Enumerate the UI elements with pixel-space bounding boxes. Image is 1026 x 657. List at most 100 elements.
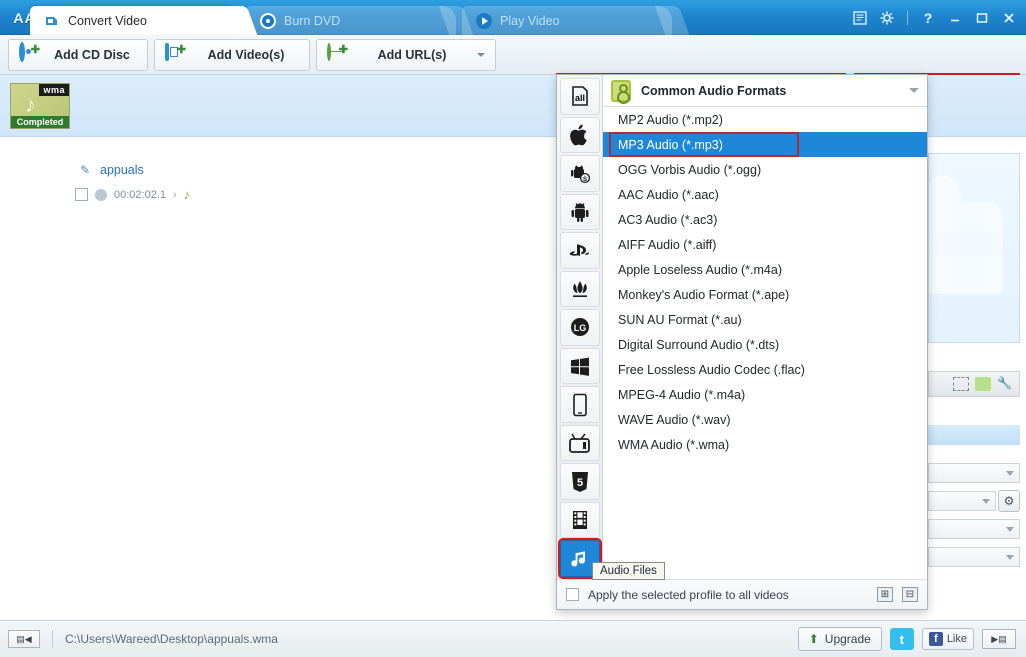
dropdown-main: Common Audio Formats MP2 Audio (*.mp2) MP… <box>603 75 927 579</box>
facebook-like-button[interactable]: f Like <box>921 628 974 650</box>
minimize-icon[interactable] <box>946 9 964 27</box>
format-list-item[interactable]: MP3 Audio (*.mp3) <box>603 132 927 157</box>
upgrade-arrow-icon: ⬆ <box>808 632 819 646</box>
add-videos-button[interactable]: ✚ Add Video(s) <box>154 39 310 71</box>
preview-panel <box>928 153 1020 343</box>
play-video-icon <box>476 12 492 29</box>
format-list-item-label: AAC Audio (*.aac) <box>618 187 719 202</box>
output-path-label: C:\Users\Wareed\Desktop\appuals.wma <box>65 632 278 646</box>
format-list-item-label: Free Lossless Audio Codec (.flac) <box>618 362 805 377</box>
settings-dropdown-3[interactable] <box>928 519 1020 539</box>
format-list-item[interactable]: Apple Loseless Audio (*.m4a) <box>603 257 927 282</box>
format-list-item[interactable]: OGG Vorbis Audio (*.ogg) <box>603 157 927 182</box>
add-urls-label: Add URL(s) <box>377 48 447 62</box>
format-list-item-label: Digital Surround Audio (*.dts) <box>618 337 780 352</box>
format-list-item-label: MPEG-4 Audio (*.m4a) <box>618 387 746 402</box>
format-list-item-label: AC3 Audio (*.ac3) <box>618 212 718 227</box>
settings-highlight-row <box>928 425 1020 445</box>
add-cd-disc-label: Add CD Disc <box>54 48 130 62</box>
tab-play-video[interactable]: Play Video <box>462 6 690 35</box>
video-file-icon: ✚ <box>165 43 186 65</box>
main-toolbar: ✚ Add CD Disc ✚ Add Video(s) ✚ Add URL(s… <box>0 35 1026 107</box>
twitter-icon[interactable]: t <box>889 628 914 650</box>
tab-convert-video[interactable]: Convert Video <box>30 6 258 35</box>
format-list-item-label: MP2 Audio (*.mp2) <box>618 112 723 127</box>
convert-video-icon <box>44 13 60 29</box>
file-meta-row: 00:02:02.1 › ♪ <box>75 187 190 202</box>
all-formats-icon[interactable]: all <box>559 78 600 115</box>
add-cd-disc-button[interactable]: ✚ Add CD Disc <box>8 39 148 71</box>
thumbs-up-watermark-icon <box>929 202 1003 294</box>
menu-icon[interactable] <box>851 9 869 27</box>
svg-text:5: 5 <box>576 477 582 489</box>
format-list-item-label: Apple Loseless Audio (*.m4a) <box>618 262 782 277</box>
format-list-item-label: SUN AU Format (*.au) <box>618 312 742 327</box>
gear-icon[interactable] <box>878 9 896 27</box>
mobile-phone-icon[interactable] <box>559 386 600 423</box>
windows-icon[interactable] <box>559 347 600 385</box>
format-list-item[interactable]: AC3 Audio (*.ac3) <box>603 207 927 232</box>
android-icon[interactable] <box>559 193 600 231</box>
svg-text:S: S <box>582 177 586 183</box>
dropdown-footer: Apply the selected profile to all videos… <box>557 579 927 609</box>
format-list-item[interactable]: SUN AU Format (*.au) <box>603 307 927 332</box>
format-list-item[interactable]: MPEG-4 Audio (*.m4a) <box>603 382 927 407</box>
lg-icon[interactable]: LG <box>559 309 600 346</box>
format-list-item[interactable]: AAC Audio (*.aac) <box>603 182 927 207</box>
chevron-down-icon[interactable] <box>909 88 919 93</box>
format-list-item-label: OGG Vorbis Audio (*.ogg) <box>618 162 762 177</box>
panel-toggle-button[interactable]: ▶▤ <box>982 629 1016 649</box>
settings-dropdown-2[interactable] <box>928 491 996 511</box>
format-list-item[interactable]: WAVE Audio (*.wav) <box>603 407 927 432</box>
html5-icon[interactable]: 5 <box>559 463 600 500</box>
huawei-icon[interactable] <box>559 270 600 308</box>
tv-icon[interactable] <box>559 424 600 462</box>
dropdown-category-header[interactable]: Common Audio Formats <box>603 75 927 107</box>
help-icon[interactable]: ? <box>919 9 937 27</box>
list-view-toggle[interactable]: ▤◀ <box>8 630 40 648</box>
format-list: MP2 Audio (*.mp2) MP3 Audio (*.mp3) OGG Vo… <box>603 107 927 579</box>
effect-icon[interactable] <box>975 377 991 391</box>
svg-text:LG: LG <box>573 323 586 333</box>
add-urls-chevron-down-icon[interactable] <box>477 53 485 57</box>
tab-slant <box>654 6 690 35</box>
film-icon[interactable] <box>559 501 600 539</box>
upgrade-button[interactable]: ⬆ Upgrade <box>797 627 882 651</box>
cd-disc-icon: ✚ <box>19 42 40 65</box>
wrench-icon[interactable]: 🔧 <box>997 377 1013 391</box>
settings-gear-button[interactable]: ⚙ <box>998 490 1020 512</box>
title-bar: AAC Convert Video Burn DVD Play Video <box>0 0 1026 35</box>
format-list-item-label: WMA Audio (*.wma) <box>618 437 730 452</box>
settings-dropdown-4[interactable] <box>928 547 1020 567</box>
settings-toolbar: 🔧 <box>928 371 1020 397</box>
close-icon[interactable] <box>1000 9 1018 27</box>
crop-icon[interactable] <box>953 377 969 391</box>
facebook-like-label: Like <box>946 633 967 645</box>
format-list-item[interactable]: Monkey's Audio Format (*.ape) <box>603 282 927 307</box>
settings-dropdown-1[interactable] <box>928 463 1020 483</box>
add-profile-icon[interactable]: ⊞ <box>877 587 893 602</box>
android-store-icon[interactable]: S <box>559 155 600 192</box>
maximize-icon[interactable] <box>973 9 991 27</box>
tab-burn-dvd[interactable]: Burn DVD <box>246 6 474 35</box>
dropdown-category-header-label: Common Audio Formats <box>641 83 787 98</box>
dropdown-body: all S LG 5 Common Audio Formats MP2 Audi… <box>557 75 927 579</box>
format-list-item[interactable]: MP2 Audio (*.mp2) <box>603 107 927 132</box>
status-divider <box>52 630 53 648</box>
remove-profile-icon[interactable]: ⊟ <box>902 587 918 602</box>
tab-convert-video-label: Convert Video <box>68 13 147 28</box>
apply-to-all-checkbox[interactable] <box>566 588 579 601</box>
format-list-item[interactable]: WMA Audio (*.wma) <box>603 432 927 457</box>
application-window: AAC Convert Video Burn DVD Play Video <box>0 0 1026 657</box>
window-controls: ? <box>851 8 1018 28</box>
clock-icon <box>95 188 107 201</box>
add-urls-button[interactable]: ✚ Add URL(s) <box>316 39 496 71</box>
format-list-item[interactable]: Digital Surround Audio (*.dts) <box>603 332 927 357</box>
format-list-item[interactable]: Free Lossless Audio Codec (.flac) <box>603 357 927 382</box>
apple-icon[interactable] <box>559 116 600 154</box>
format-list-item[interactable]: AIFF Audio (*.aiff) <box>603 232 927 257</box>
rename-pencil-icon[interactable]: ✎ <box>80 163 90 177</box>
playstation-icon[interactable] <box>559 232 600 269</box>
file-select-checkbox[interactable] <box>75 188 88 201</box>
facebook-icon: f <box>928 632 943 646</box>
